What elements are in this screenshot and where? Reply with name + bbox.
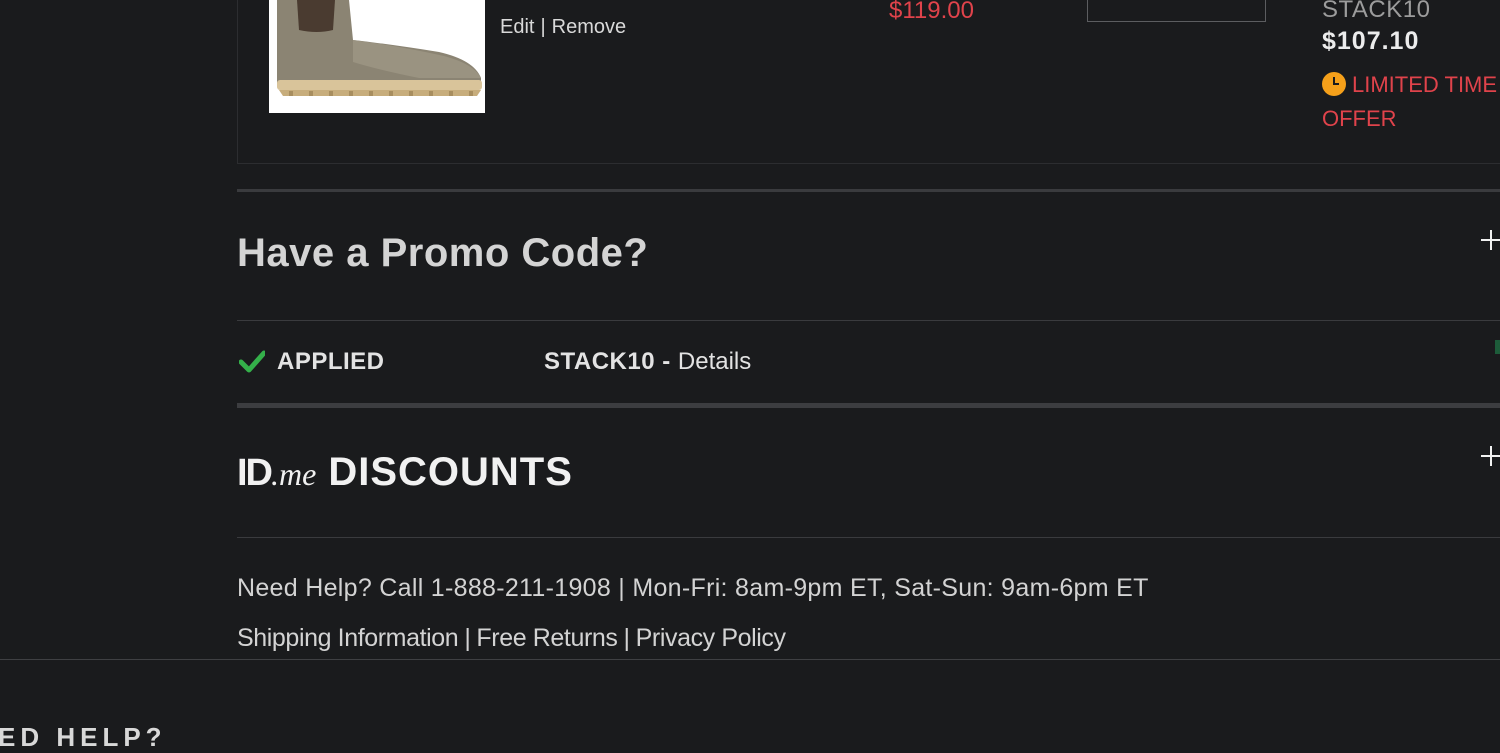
applied-code-text: STACK10 - Details — [544, 348, 751, 376]
promo-code-heading[interactable]: Have a Promo Code? — [237, 231, 648, 276]
item-promo-code: STACK10 — [1322, 0, 1431, 23]
limited-time-offer-badge: LIMITED TIME OFFER — [1322, 68, 1500, 136]
actions-separator: | — [540, 16, 546, 38]
promo-expand-plus-icon[interactable] — [1481, 230, 1500, 250]
idme-expand-plus-icon[interactable] — [1481, 446, 1500, 466]
footer-divider — [0, 659, 1500, 660]
applied-label: APPLIED — [277, 348, 385, 375]
check-icon — [239, 350, 265, 373]
cart-page: Edit | Remove $119.00 STACK10 $107.10 LIMI… — [0, 0, 1500, 753]
idme-discounts-heading[interactable]: ID.me DISCOUNTS — [237, 450, 573, 495]
applied-code: STACK10 — [544, 348, 656, 375]
applied-promo-row: APPLIED STACK10 - Details — [237, 346, 1500, 380]
idme-divider — [237, 403, 1500, 408]
boot-illustration — [269, 0, 485, 113]
remove-link[interactable]: Remove — [552, 16, 626, 38]
help-contact-line: Need Help? Call 1-888-211-1908 | Mon-Fri… — [237, 574, 1149, 602]
idme-logo: ID.me — [237, 450, 316, 495]
privacy-policy-link[interactable]: Privacy Policy — [636, 624, 786, 652]
link-separator: | — [464, 624, 471, 652]
link-separator: | — [623, 624, 631, 652]
free-returns-link[interactable]: Free Returns — [476, 624, 617, 652]
idme-logo-id: ID — [237, 452, 273, 494]
promo-details-link[interactable]: Details — [678, 348, 751, 375]
remove-promo-edge[interactable] — [1495, 340, 1500, 354]
original-price: $119.00 — [889, 0, 974, 24]
shipping-information-link[interactable]: Shipping Information — [237, 624, 459, 652]
promo-divider — [237, 320, 1500, 321]
need-help-heading: ED HELP? — [0, 722, 167, 752]
discounted-price: $107.10 — [1322, 27, 1420, 55]
help-divider — [237, 537, 1500, 538]
idme-title: DISCOUNTS — [328, 450, 573, 494]
product-image-boot[interactable] — [269, 0, 485, 113]
footer-links: Shipping Information | Free Returns | Privac… — [237, 624, 786, 653]
edit-link[interactable]: Edit — [500, 16, 534, 38]
offer-label: LIMITED TIME OFFER — [1322, 72, 1498, 131]
idme-logo-me: .me — [271, 456, 317, 492]
clock-icon — [1322, 72, 1346, 96]
item-actions: Edit | Remove — [500, 16, 626, 39]
code-separator: - — [655, 348, 678, 375]
quantity-stepper[interactable] — [1087, 0, 1266, 22]
section-divider — [237, 189, 1500, 192]
